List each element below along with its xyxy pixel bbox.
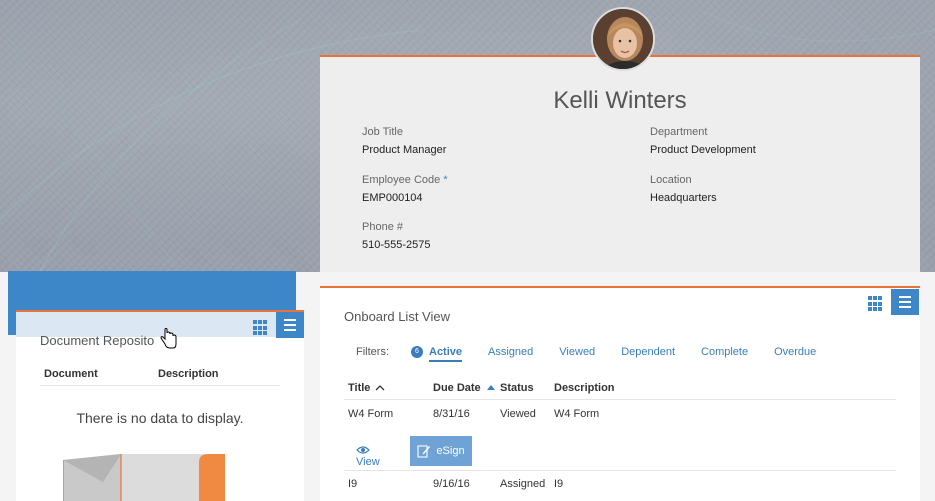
table-row[interactable]: I9 9/16/16 Assigned I9 bbox=[344, 478, 896, 498]
column-description[interactable]: Description bbox=[554, 382, 615, 394]
profile-card: Kelli Winters Job Title Product Manager … bbox=[320, 55, 920, 272]
department-label: Department bbox=[650, 126, 708, 138]
row-title: I9 bbox=[348, 478, 358, 490]
job-title-field: Job Title Product Manager bbox=[362, 126, 446, 156]
required-mark: * bbox=[443, 174, 448, 186]
filter-assigned[interactable]: Assigned bbox=[488, 346, 533, 358]
folder-icon bbox=[63, 454, 225, 501]
row-divider bbox=[344, 470, 896, 471]
employee-name: Kelli Winters bbox=[553, 87, 687, 114]
phone-field: Phone # 510-555-2575 bbox=[362, 221, 431, 251]
row-description: I9 bbox=[554, 478, 564, 490]
empty-message: There is no data to display. bbox=[76, 410, 244, 426]
pen-icon bbox=[417, 445, 431, 458]
grid-icon[interactable] bbox=[253, 320, 269, 336]
filter-dependent[interactable]: Dependent bbox=[621, 346, 675, 358]
onboard-list-title: Onboard List View bbox=[344, 309, 450, 324]
table-row[interactable]: W4 Form 8/31/16 Viewed W4 Form bbox=[344, 408, 896, 428]
onboard-list-panel: Onboard List View Filters: 6 Active Assi… bbox=[320, 286, 920, 501]
phone-value: 510-555-2575 bbox=[362, 239, 431, 251]
column-description[interactable]: Description bbox=[158, 368, 219, 380]
location-field: Location Headquarters bbox=[650, 174, 717, 204]
view-button[interactable]: View bbox=[356, 444, 380, 468]
sort-up-icon bbox=[376, 385, 385, 391]
document-table-header: Document Description bbox=[40, 366, 280, 386]
row-due-date: 9/16/16 bbox=[433, 478, 470, 490]
location-label: Location bbox=[650, 174, 692, 186]
employee-code-label: Employee Code bbox=[362, 174, 441, 186]
location-value: Headquarters bbox=[650, 192, 717, 204]
sort-caret-icon bbox=[486, 385, 495, 391]
grid-icon[interactable] bbox=[868, 296, 884, 312]
row-title: W4 Form bbox=[348, 408, 394, 420]
filter-overdue[interactable]: Overdue bbox=[774, 346, 816, 358]
column-document[interactable]: Document bbox=[44, 368, 98, 380]
onboard-table-header: Title Due Date Status Description bbox=[344, 378, 896, 400]
column-title[interactable]: Title bbox=[348, 382, 385, 394]
phone-label: Phone # bbox=[362, 221, 403, 233]
filter-active[interactable]: Active bbox=[429, 346, 463, 362]
department-value: Product Development bbox=[650, 144, 756, 156]
column-title-label: Title bbox=[348, 382, 371, 394]
row-due-date: 8/31/16 bbox=[433, 408, 470, 420]
hand-cursor-icon bbox=[160, 328, 177, 349]
filter-bar: Filters: 6 Active Assigned Viewed Depend… bbox=[356, 346, 842, 362]
column-due-date-label: Due Date bbox=[433, 382, 481, 394]
column-status[interactable]: Status bbox=[500, 382, 534, 394]
filters-label: Filters: bbox=[356, 346, 389, 358]
filter-viewed[interactable]: Viewed bbox=[559, 346, 595, 358]
active-count-badge: 6 bbox=[411, 346, 423, 358]
avatar[interactable] bbox=[591, 7, 655, 71]
row-description: W4 Form bbox=[554, 408, 600, 420]
job-title-value: Product Manager bbox=[362, 144, 447, 156]
row-status: Assigned bbox=[500, 478, 546, 490]
view-label: View bbox=[356, 456, 380, 468]
menu-icon[interactable] bbox=[891, 289, 919, 315]
eye-icon bbox=[356, 446, 370, 454]
menu-icon[interactable] bbox=[276, 312, 304, 338]
employee-code-field: Employee Code * EMP000104 bbox=[362, 174, 448, 204]
esign-label: eSign bbox=[436, 445, 465, 457]
column-due-date[interactable]: Due Date bbox=[433, 382, 496, 394]
document-repository-title: Document Reposito bbox=[40, 333, 155, 348]
filter-complete[interactable]: Complete bbox=[701, 346, 748, 358]
esign-button[interactable]: eSign bbox=[410, 436, 472, 466]
employee-code-value: EMP000104 bbox=[362, 192, 423, 204]
row-status: Viewed bbox=[500, 408, 536, 420]
job-title-label: Job Title bbox=[362, 126, 403, 138]
department-field: Department Product Development bbox=[650, 126, 756, 156]
